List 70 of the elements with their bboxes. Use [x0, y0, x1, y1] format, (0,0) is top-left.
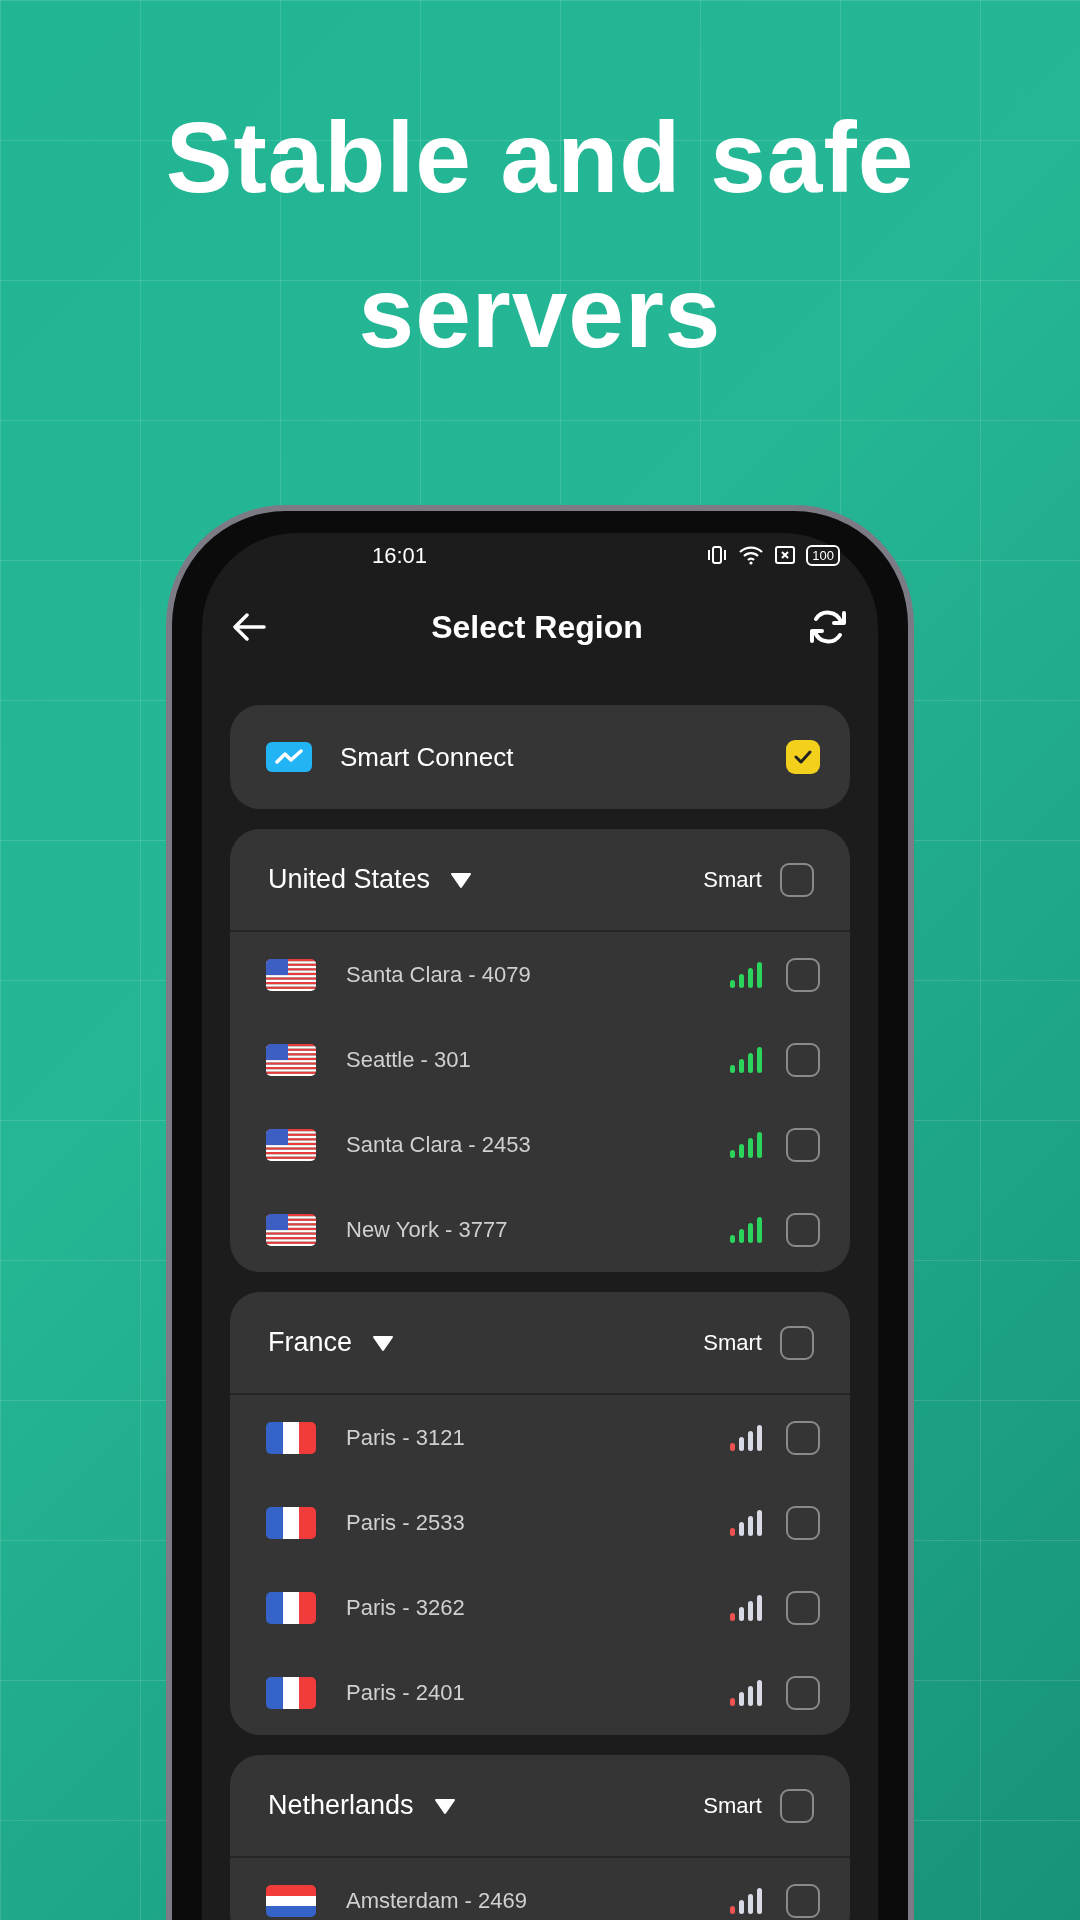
- checkbox[interactable]: [786, 1420, 820, 1455]
- server-row[interactable]: New York - 3777: [230, 1187, 850, 1272]
- signal-icon: [730, 1424, 764, 1451]
- server-name: Paris - 3262: [346, 1594, 466, 1622]
- signal-icon: [730, 1679, 764, 1706]
- country-name[interactable]: United States: [268, 859, 431, 900]
- server-name: Santa Clara - 4079: [346, 961, 532, 989]
- status-time: 16:01: [372, 541, 428, 570]
- flag-icon: [266, 1676, 316, 1709]
- signal-icon: [730, 1046, 764, 1073]
- checkbox[interactable]: [786, 1590, 820, 1625]
- server-name: Paris - 2533: [346, 1509, 466, 1537]
- server-row[interactable]: Paris - 3262: [230, 1565, 850, 1650]
- vibrate-icon: [706, 545, 729, 565]
- smart-label: Smart: [703, 1329, 762, 1357]
- server-row[interactable]: Paris - 3121: [230, 1395, 850, 1480]
- smart-connect-label: Smart Connect: [340, 740, 515, 774]
- country-name[interactable]: France: [268, 1322, 353, 1363]
- checkbox[interactable]: [786, 1127, 820, 1162]
- back-arrow-icon[interactable]: [232, 612, 266, 642]
- server-name: Amsterdam - 2469: [346, 1887, 528, 1915]
- flag-icon: [266, 1884, 316, 1917]
- flag-icon: [266, 1506, 316, 1539]
- dropdown-caret-icon[interactable]: [450, 870, 473, 889]
- headline: Stable and safe servers: [164, 100, 916, 370]
- checkbox[interactable]: [780, 1788, 814, 1823]
- chart-trend-icon: [266, 742, 312, 772]
- server-name: Paris - 2401: [346, 1679, 466, 1707]
- checkbox[interactable]: [780, 1325, 814, 1360]
- checkbox[interactable]: [786, 740, 820, 774]
- signal-icon: [730, 1887, 764, 1914]
- smart-label: Smart: [703, 1792, 762, 1820]
- checkbox[interactable]: [786, 1505, 820, 1540]
- flag-icon: [266, 1043, 316, 1076]
- server-name: Seattle - 301: [346, 1046, 472, 1074]
- signal-icon: [730, 1509, 764, 1536]
- server-name: New York - 3777: [346, 1216, 509, 1244]
- signal-icon: [730, 1131, 764, 1158]
- server-row[interactable]: Santa Clara - 2453: [230, 1102, 850, 1187]
- smart-connect-card[interactable]: Smart Connect: [230, 705, 850, 809]
- dropdown-caret-icon[interactable]: [372, 1333, 395, 1352]
- wifi-icon: [738, 545, 765, 565]
- server-name: Paris - 3121: [346, 1424, 466, 1452]
- checkbox[interactable]: [786, 1042, 820, 1077]
- signal-icon: [730, 1216, 764, 1243]
- flag-icon: [266, 958, 316, 991]
- checkbox[interactable]: [786, 957, 820, 992]
- checkbox[interactable]: [780, 862, 814, 897]
- signal-icon: [730, 1594, 764, 1621]
- server-row[interactable]: Paris - 2533: [230, 1480, 850, 1565]
- flag-icon: [266, 1213, 316, 1246]
- server-row[interactable]: Amsterdam - 2469: [230, 1858, 850, 1920]
- server-row[interactable]: Santa Clara - 4079: [230, 932, 850, 1017]
- checkbox[interactable]: [786, 1212, 820, 1247]
- server-name: Santa Clara - 2453: [346, 1131, 532, 1159]
- dropdown-caret-icon[interactable]: [433, 1796, 456, 1815]
- server-row[interactable]: Seattle - 301: [230, 1017, 850, 1102]
- checkbox[interactable]: [786, 1675, 820, 1710]
- signal-icon: [730, 961, 764, 988]
- flag-icon: [266, 1128, 316, 1161]
- battery-indicator: 100: [806, 544, 840, 566]
- checkbox[interactable]: [786, 1883, 820, 1918]
- flag-icon: [266, 1591, 316, 1624]
- no-sim-icon: [774, 545, 797, 565]
- smart-label: Smart: [703, 866, 762, 894]
- check-icon: [794, 750, 812, 764]
- flag-icon: [266, 1421, 316, 1454]
- page-title: Select Region: [431, 608, 643, 647]
- server-row[interactable]: Paris - 2401: [230, 1650, 850, 1735]
- country-name[interactable]: Netherlands: [268, 1785, 414, 1826]
